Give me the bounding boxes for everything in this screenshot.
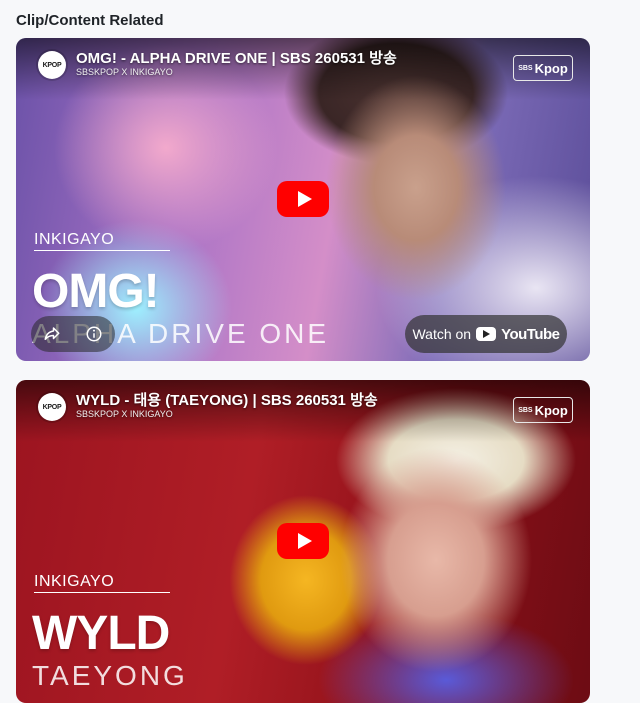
overlay-show-name: INKIGAYO xyxy=(34,231,170,251)
share-icon[interactable] xyxy=(41,323,63,345)
channel-name[interactable]: SBSKPOP X INKIGAYO xyxy=(76,67,173,77)
channel-avatar-icon[interactable]: KPOP xyxy=(38,393,66,421)
overlay-show-name: INKIGAYO xyxy=(34,573,170,593)
brand-main-text: Kpop xyxy=(534,402,568,418)
channel-name[interactable]: SBSKPOP X INKIGAYO xyxy=(76,409,173,419)
brand-main-text: Kpop xyxy=(534,60,568,76)
video-card[interactable]: KPOP OMG! - ALPHA DRIVE ONE | SBS 260531… xyxy=(16,38,590,361)
watch-on-label: Watch on xyxy=(412,326,472,342)
video-card[interactable]: KPOP WYLD - 태용 (TAEYONG) | SBS 260531 방송… xyxy=(16,380,590,703)
overlay-artist-name: TAEYONG xyxy=(32,660,188,691)
sbs-kpop-logo-icon: SBS Kpop xyxy=(513,397,573,423)
overlay-song-name: WYLD xyxy=(32,607,170,660)
info-icon[interactable] xyxy=(83,323,105,345)
section-title: Clip/Content Related xyxy=(16,12,164,29)
video-title[interactable]: OMG! - ALPHA DRIVE ONE | SBS 260531 방송 xyxy=(76,47,397,68)
play-button-icon[interactable] xyxy=(277,523,329,559)
sbs-kpop-logo-icon: SBS Kpop xyxy=(513,55,573,81)
overlay-song-name: OMG! xyxy=(32,265,160,318)
brand-top-text: SBS xyxy=(518,406,533,414)
brand-top-text: SBS xyxy=(518,64,533,72)
video-title[interactable]: WYLD - 태용 (TAEYONG) | SBS 260531 방송 xyxy=(76,389,378,410)
channel-avatar-icon[interactable]: KPOP xyxy=(38,51,66,79)
youtube-wordmark: YouTube xyxy=(501,325,560,343)
play-button-icon[interactable] xyxy=(277,181,329,217)
watch-on-youtube-button[interactable]: Watch on YouTube xyxy=(405,315,567,353)
video-controls xyxy=(31,316,115,352)
youtube-logo-icon xyxy=(476,327,497,341)
